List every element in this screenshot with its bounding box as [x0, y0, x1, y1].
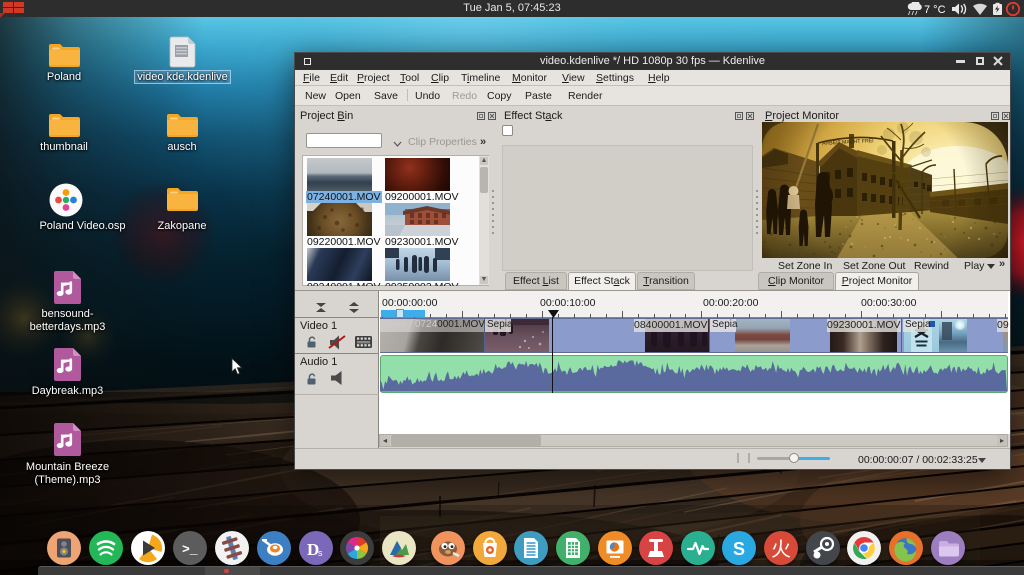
svg-text:s: s: [318, 548, 323, 558]
svg-text:>_: >_: [182, 542, 198, 557]
svg-text:火: 火: [771, 539, 791, 561]
svg-text:S: S: [733, 539, 745, 559]
